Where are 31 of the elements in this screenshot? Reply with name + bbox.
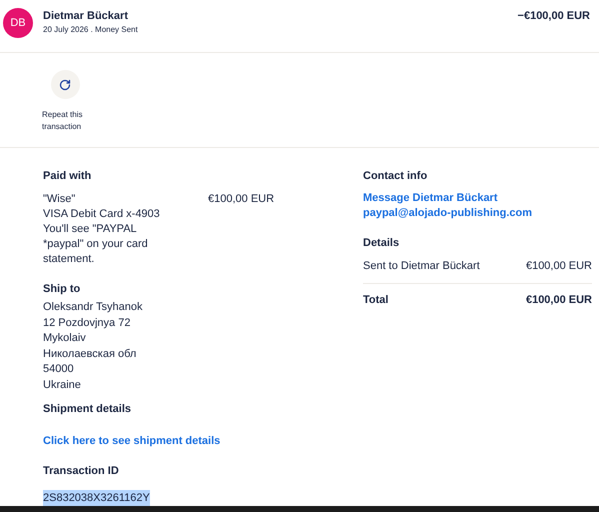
section-heading: Details: [363, 236, 400, 251]
payment-line: VISA Debit Card x-4903: [43, 206, 161, 222]
shipment-details-link[interactable]: Click here to see shipment details: [43, 432, 220, 450]
detail-value: €100,00 EUR: [526, 259, 592, 274]
refresh-icon: [59, 78, 71, 90]
section-heading: Contact info: [363, 169, 428, 184]
repeat-button[interactable]: [50, 70, 80, 99]
section-heading: Ship to: [43, 282, 82, 297]
address-line: Ukraine: [43, 378, 82, 393]
transaction-id: 2S832038X3261162Y: [43, 490, 150, 506]
transaction-subtitle: 20 July 2026 . Money Sent: [43, 24, 138, 36]
transaction-amount: −€100,00 EUR: [518, 9, 590, 24]
payment-line: "Wise": [43, 192, 76, 207]
payment-amount: €100,00 EUR: [208, 192, 274, 207]
total-label: Total: [363, 292, 388, 308]
address-line: 12 Pozdovjnya 72: [43, 316, 132, 331]
section-heading: Shipment details: [43, 402, 132, 418]
address-line: Oleksandr Tsyhanok: [43, 300, 144, 316]
total-value: €100,00 EUR: [526, 292, 592, 308]
contact-name: Dietmar Bückart: [43, 9, 129, 24]
address-line: Николаевская обл: [43, 346, 138, 362]
contact-link[interactable]: paypal@alojado-publishing.com: [363, 206, 532, 221]
address-line: Mykolaiv: [43, 331, 87, 346]
section-heading: Transaction ID: [43, 464, 120, 480]
action-label: Repeat this transaction: [42, 109, 84, 133]
section-heading: Paid with: [43, 169, 92, 184]
detail-label: Sent to Dietmar Bückart: [363, 259, 480, 274]
contact-link[interactable]: Message Dietmar Bückart: [363, 190, 498, 206]
payment-line: You'll see "PAYPAL *paypal" on your card statement.: [43, 222, 149, 267]
avatar: DB: [3, 8, 33, 38]
address-line: 54000: [43, 362, 75, 378]
